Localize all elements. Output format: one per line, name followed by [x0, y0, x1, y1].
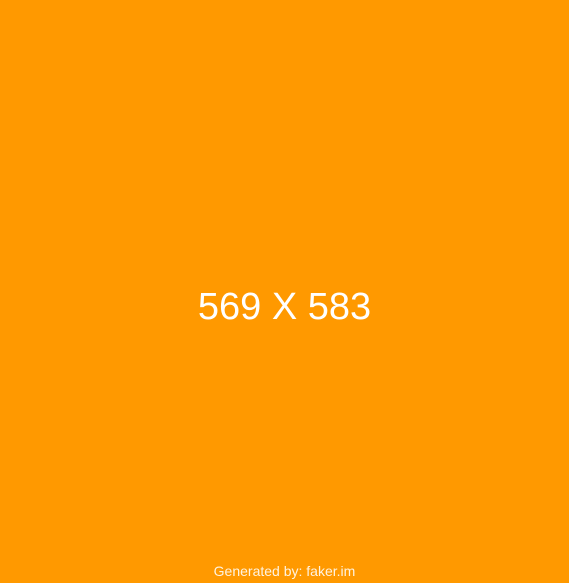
dimensions-label: 569 X 583: [197, 286, 372, 328]
generated-by-credit: Generated by: faker.im: [213, 563, 356, 579]
placeholder-image: 569 X 583 Generated by: faker.im: [0, 0, 569, 583]
